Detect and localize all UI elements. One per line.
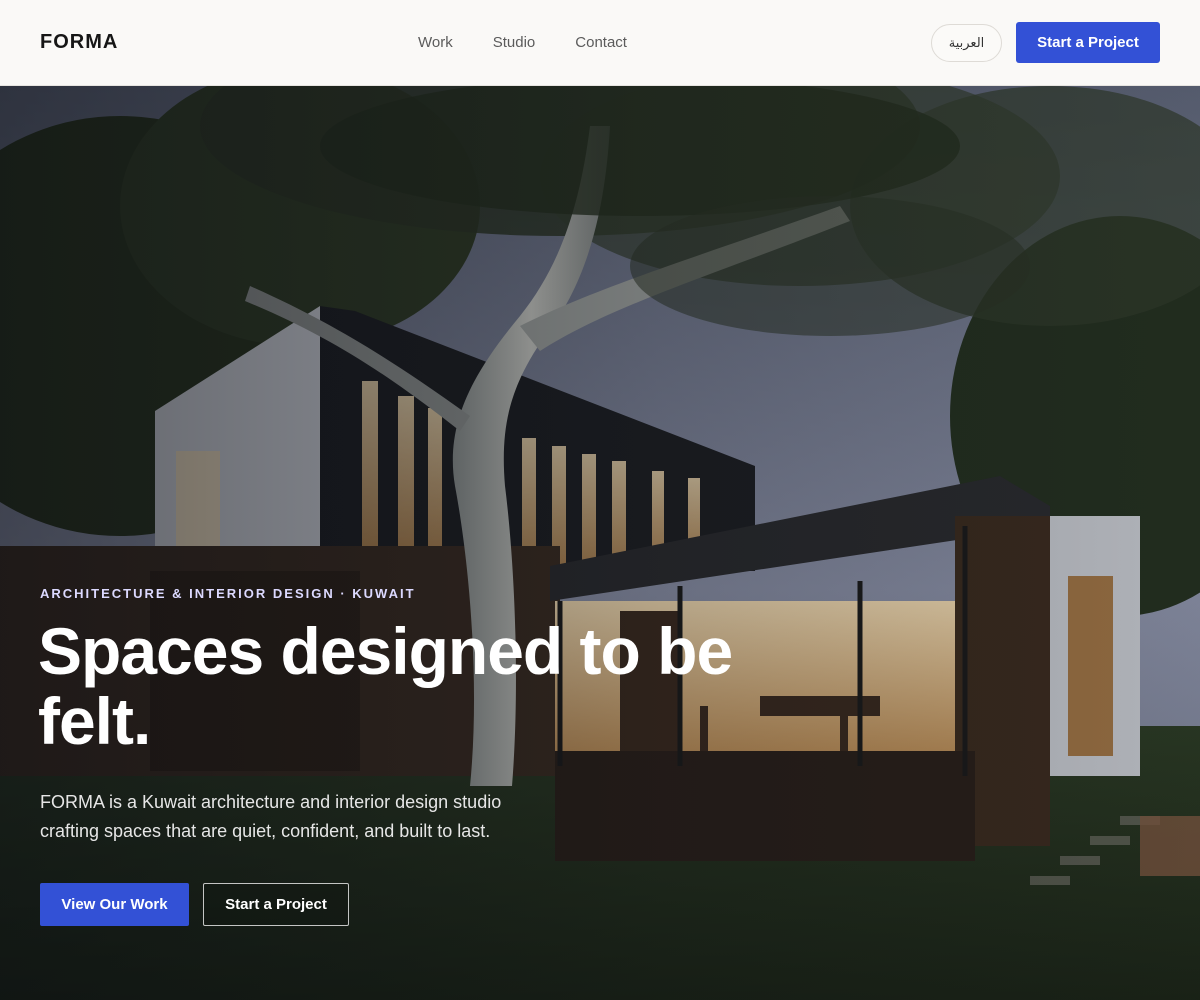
header-start-project-button[interactable]: Start a Project bbox=[1016, 22, 1160, 63]
nav-link-work[interactable]: Work bbox=[418, 34, 453, 51]
nav-link-studio[interactable]: Studio bbox=[493, 34, 536, 51]
hero-start-project-button[interactable]: Start a Project bbox=[203, 883, 349, 926]
view-our-work-button[interactable]: View Our Work bbox=[40, 883, 189, 926]
main-nav: Work Studio Contact bbox=[418, 34, 667, 51]
hero-section: ARCHITECTURE & INTERIOR DESIGN · KUWAIT … bbox=[0, 86, 1200, 1000]
hero-overlay bbox=[0, 86, 1200, 1000]
site-header: FORMA Work Studio Contact العربية Start … bbox=[0, 0, 1200, 86]
hero-headline: Spaces designed to be felt. bbox=[38, 614, 733, 758]
language-toggle-button[interactable]: العربية bbox=[931, 24, 1002, 62]
nav-link-contact[interactable]: Contact bbox=[575, 34, 627, 51]
brand-logo[interactable]: FORMA bbox=[40, 31, 118, 54]
hero-description: FORMA is a Kuwait architecture and inter… bbox=[40, 792, 502, 841]
hero-eyebrow: ARCHITECTURE & INTERIOR DESIGN · KUWAIT bbox=[40, 586, 416, 601]
